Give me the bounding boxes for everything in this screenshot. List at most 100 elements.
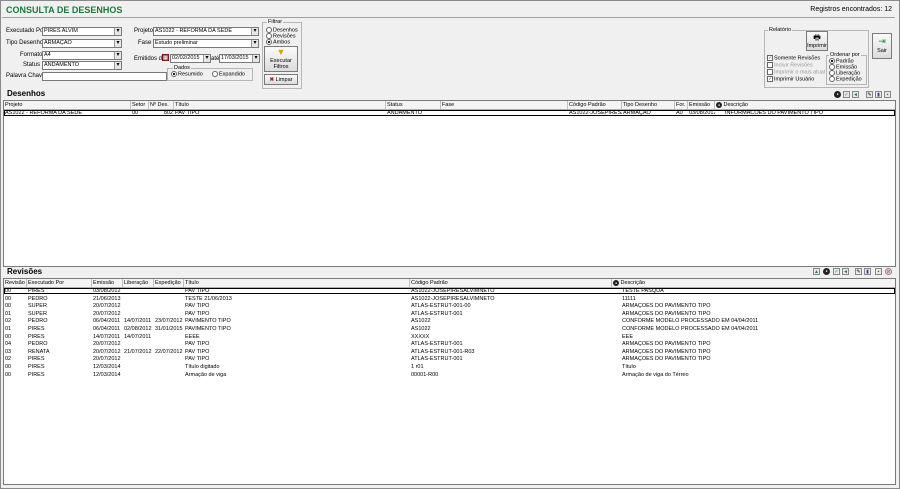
cell-emissao: 12/03/2014: [93, 364, 121, 370]
data-ate-field[interactable]: 17/03/2015: [219, 54, 260, 63]
desenhos-report-icon[interactable]: ▮: [875, 91, 882, 98]
revisoes-cancel-icon[interactable]: ⊘: [885, 268, 892, 275]
col-descricao[interactable]: ● Descrição: [612, 279, 895, 287]
desenhos-header-row: Projeto Setor Nº Des. Título Status Fase…: [4, 101, 895, 110]
cell-titulo: PAV TIPO: [185, 310, 210, 317]
cell-titulo: Armação de viga: [185, 371, 227, 378]
col-titulo[interactable]: Título: [184, 279, 410, 287]
col-num-des[interactable]: Nº Des.: [149, 101, 174, 109]
table-row[interactable]: 00 SUPER 20/07/2012 PAV TIPO ATLAS-ESTRUT-00…: [4, 303, 895, 309]
col-revisao[interactable]: Revisão: [4, 279, 27, 287]
incluir-revisoes-checkbox[interactable]: Incluir Revisões: [767, 62, 813, 68]
broom-icon: ✖: [269, 77, 275, 83]
imprimir-button[interactable]: 🖶 Imprimir: [806, 31, 828, 51]
revisoes-report-icon[interactable]: ▮: [864, 268, 871, 275]
table-row[interactable]: 03 RENATA 20/07/2012 21/07/2012 22/07/2012 PA…: [4, 349, 895, 355]
col-fase[interactable]: Fase: [441, 101, 568, 109]
table-row[interactable]: 00 PIRES 12/03/2014 Armação de viga 00001-R0…: [4, 372, 895, 378]
expandido-radio[interactable]: Expandido: [212, 71, 245, 77]
palavra-chave-input[interactable]: [42, 72, 167, 81]
cell-executado: PIRES: [28, 364, 45, 370]
cell-titulo: PAVIMENTO TIPO: [185, 326, 231, 332]
ambos-radio[interactable]: Ambos: [266, 39, 290, 45]
checkbox-checked-icon: ✓: [767, 76, 773, 82]
cell-descricao: ARMAÇÕES DO PAVIMENTO TIPO: [622, 348, 711, 355]
records-count: Registros encontrados: 12: [810, 6, 892, 13]
cell-revisao: 00: [5, 303, 12, 310]
col-executado-por[interactable]: Executado Por: [27, 279, 92, 287]
table-row[interactable]: 00 PIRES 12/03/2014 Título digitado 1 r01 Tít…: [4, 364, 895, 370]
cell-revisao: 00: [5, 288, 12, 294]
col-status[interactable]: Status: [386, 101, 441, 109]
imprimir-mais-atual-checkbox[interactable]: Imprimir o mais atual: [767, 69, 825, 75]
col-tipo-desenho[interactable]: Tipo Desenho: [622, 101, 675, 109]
cell-liberacao: [124, 296, 154, 302]
col-descricao[interactable]: ● Descrição: [715, 101, 895, 109]
fase-select[interactable]: Estudo preliminar: [153, 39, 259, 48]
desenhos-export-icon[interactable]: ●: [834, 91, 841, 98]
desenhos-tools-icon[interactable]: ✎: [866, 91, 873, 98]
executar-filtros-button[interactable]: ▼ Executar Filtros: [264, 46, 298, 72]
cell-descricao: INFORMACOES DO PAVIMENTO TIPO: [725, 110, 823, 116]
status-select[interactable]: ANDAMENTO: [42, 61, 122, 70]
table-row[interactable]: 01 SUPER 20/07/2012 PAV TIPO ATLAS-ESTRUT-00…: [4, 311, 895, 317]
col-emissao[interactable]: Emissão: [92, 279, 123, 287]
table-row[interactable]: 00 PIRES 03/08/2012 PAV TIPO AS1022-JOSEPIRE…: [4, 288, 895, 294]
cell-revisao: 02: [5, 318, 12, 325]
data-de-field[interactable]: 02/02/2015: [170, 54, 211, 63]
col-titulo[interactable]: Título: [174, 101, 386, 109]
table-row[interactable]: 00 PEDRO 21/06/2013 TESTE 21/06/2013 AS1022-…: [4, 296, 895, 302]
cell-codigo: XXXXX: [411, 333, 430, 340]
revisoes-add-icon[interactable]: ✓: [833, 268, 840, 275]
executado-por-select[interactable]: PIRES ALVIM: [42, 27, 122, 36]
cell-executado: PIRES: [28, 333, 45, 340]
projeto-select[interactable]: AS1022 - REFORMA DA SEDE: [153, 27, 259, 36]
table-row[interactable]: 02 PIRES 20/07/2012 PAV TIPO ATLAS-ESTRUT-00…: [4, 356, 895, 362]
expedicao-radio[interactable]: Expedição: [829, 76, 862, 82]
revisoes-tools-icon[interactable]: ✎: [855, 268, 862, 275]
col-liberacao[interactable]: Liberação: [123, 279, 154, 287]
tipo-desenho-select[interactable]: ARMAÇÃO: [42, 39, 122, 48]
cell-emissao: 21/06/2013: [93, 295, 121, 302]
radio-on-icon: [171, 71, 177, 77]
status-label: Status: [23, 62, 41, 68]
cell-executado: PIRES: [28, 326, 45, 332]
cell-expedicao: 23/07/2012: [155, 318, 183, 325]
revisoes-edit-icon[interactable]: ◄: [842, 268, 849, 275]
table-row[interactable]: AS1022 - REFORMA DA SEDE 00 802 PAV TIPO AND…: [4, 110, 895, 116]
resumido-radio[interactable]: Resumido: [171, 71, 203, 77]
table-row[interactable]: 01 PIRES 06/04/2011 02/08/2012 31/01/2015 PAV…: [4, 326, 895, 332]
desenhos-grid: Projeto Setor Nº Des. Título Status Fase…: [3, 100, 896, 267]
desenhos-delete-icon[interactable]: ▪: [884, 91, 891, 98]
calendar-icon[interactable]: ▦: [162, 54, 169, 61]
revisoes-export-icon[interactable]: ●: [823, 268, 830, 275]
col-emissao[interactable]: Emissão: [688, 101, 715, 109]
revisoes-delete-icon[interactable]: ▪: [875, 268, 882, 275]
col-expedicao[interactable]: Expedição: [154, 279, 184, 287]
formato-select[interactable]: A4: [42, 51, 122, 60]
cell-liberacao: [124, 356, 154, 362]
desenhos-edit-icon[interactable]: ◄: [852, 91, 859, 98]
radio-off-icon: [829, 76, 835, 82]
cell-emissao: 12/03/2014: [93, 371, 121, 378]
col-projeto[interactable]: Projeto: [4, 101, 131, 109]
col-formato[interactable]: For.: [675, 101, 688, 109]
desenhos-add-icon[interactable]: ✓: [843, 91, 850, 98]
table-row[interactable]: 00 PIRES 14/07/2011 14/07/2011 EEEE XXXXX EEE: [4, 334, 895, 340]
checkbox-checked-icon: ✓: [767, 55, 773, 61]
imprimir-usuario-checkbox[interactable]: ✓ Imprimir Usuário: [767, 76, 814, 82]
cell-liberacao: [124, 372, 154, 378]
table-row[interactable]: 02 PEDRO 06/04/2011 14/07/2011 23/07/2012 PAV…: [4, 318, 895, 324]
col-codigo-padrao[interactable]: Código Padrão: [568, 101, 622, 109]
limpar-button[interactable]: ✖ Limpar: [264, 74, 298, 85]
col-codigo-padrao[interactable]: Código Padrão: [410, 279, 612, 287]
cell-expedicao: [155, 341, 184, 347]
somente-revisoes-checkbox[interactable]: ✓ Somente Revisões: [767, 55, 820, 61]
revisoes-up-icon[interactable]: ▲: [813, 268, 820, 275]
sair-button[interactable]: ⇥ Sair: [872, 33, 892, 59]
col-setor[interactable]: Setor: [131, 101, 149, 109]
cell-titulo: Título digitado: [185, 364, 220, 370]
relatorio-label: Relatório: [768, 27, 793, 33]
table-row[interactable]: 04 PEDRO 20/07/2012 PAV TIPO ATLAS-ESTRUT-00…: [4, 341, 895, 347]
radio-on-icon: [266, 39, 272, 45]
